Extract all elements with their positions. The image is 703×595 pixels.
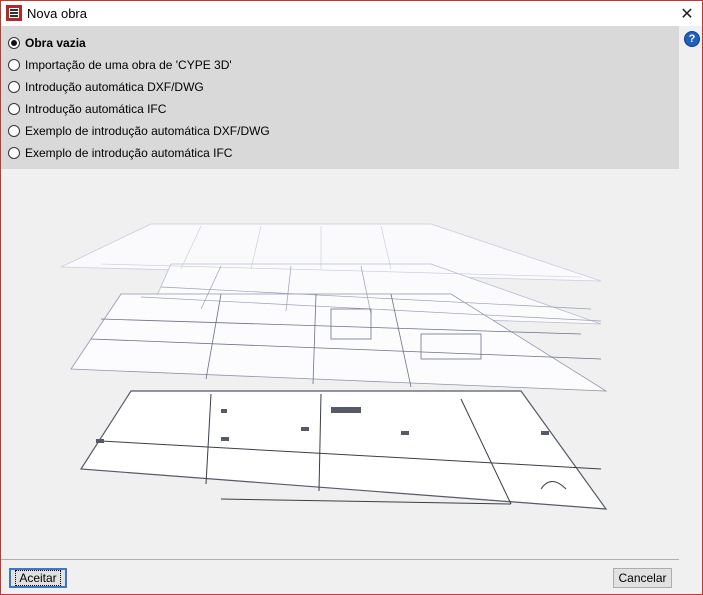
cancel-button[interactable]: Cancelar	[613, 568, 672, 588]
option-label: Exemplo de introdução automática IFC	[25, 146, 233, 160]
option-label: Exemplo de introdução automática DXF/DWG	[25, 124, 270, 138]
option-auto-dxf-dwg[interactable]: Introdução automática DXF/DWG	[8, 78, 204, 96]
option-auto-ifc[interactable]: Introdução automática IFC	[8, 100, 166, 118]
window-title: Nova obra	[27, 6, 87, 21]
option-label: Importação de uma obra de 'CYPE 3D'	[25, 58, 232, 72]
radio-button[interactable]	[8, 37, 20, 49]
radio-button[interactable]	[8, 59, 20, 71]
option-label: Introdução automática DXF/DWG	[25, 80, 204, 94]
option-example-ifc[interactable]: Exemplo de introdução automática IFC	[8, 144, 232, 162]
new-project-dialog: Nova obra ✕ Obra vazia Importação de uma…	[0, 0, 703, 595]
options-panel: Obra vazia Importação de uma obra de 'CY…	[1, 26, 679, 169]
accept-button-label: Aceitar	[15, 570, 61, 586]
title-bar: Nova obra ✕	[1, 1, 702, 26]
accept-button[interactable]: Aceitar	[9, 568, 67, 588]
help-icon[interactable]: ?	[684, 31, 700, 47]
option-example-dxf-dwg[interactable]: Exemplo de introdução automática DXF/DWG	[8, 122, 270, 140]
cype-app-icon	[6, 5, 22, 21]
floor-plans-illustration	[60, 223, 608, 510]
radio-button[interactable]	[8, 81, 20, 93]
option-label: Introdução automática IFC	[25, 102, 167, 116]
preview-image	[1, 169, 702, 559]
option-import-cype3d[interactable]: Importação de uma obra de 'CYPE 3D'	[8, 56, 232, 74]
option-empty-project[interactable]: Obra vazia	[8, 34, 86, 52]
option-label: Obra vazia	[25, 36, 86, 50]
radio-button[interactable]	[8, 125, 20, 137]
radio-button[interactable]	[8, 147, 20, 159]
radio-button[interactable]	[8, 103, 20, 115]
footer-divider	[1, 559, 679, 560]
close-icon[interactable]: ✕	[672, 1, 702, 26]
